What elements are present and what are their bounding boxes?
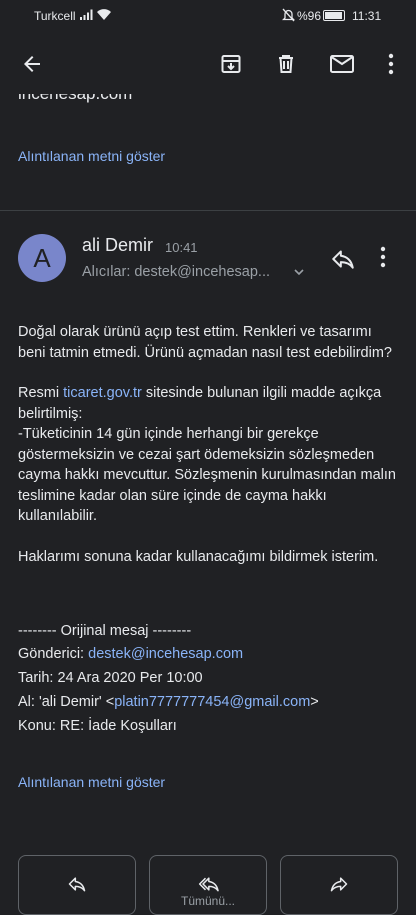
body-text: Resmi (18, 385, 64, 401)
from-line: Gönderici: destek@incehesap.com (18, 642, 396, 666)
message-time: 10:41 (165, 240, 198, 255)
more-vert-icon[interactable] (380, 246, 386, 273)
show-quoted-text-link[interactable]: Alıntılanan metni göster (18, 774, 165, 790)
from-label: Gönderici: (18, 645, 89, 662)
reply-all-button[interactable]: Tümünü... (149, 855, 267, 915)
from-email-link[interactable]: destek@incehesap.com (88, 646, 243, 662)
to-line: Al: 'ali Demir' <platin7777777454@gmail.… (18, 690, 396, 714)
more-vert-icon[interactable] (377, 50, 405, 78)
mute-icon (281, 8, 296, 25)
signal-icon (80, 9, 94, 23)
sender-name: ali Demir (82, 235, 154, 255)
battery-percent: %96 (297, 9, 322, 23)
body-paragraph: Haklarımı sonuna kadar kullanacağımı bil… (18, 548, 379, 565)
subject-line: Konu: RE: İade Koşulları (18, 717, 177, 734)
chevron-down-icon[interactable] (292, 265, 306, 284)
date-line: Tarih: 24 Ara 2020 Per 10:00 (18, 669, 203, 686)
battery-icon (323, 10, 345, 21)
body-paragraph: -Tüketicinin 14 gün içinde herhangi bir … (18, 426, 396, 524)
reply-button[interactable] (18, 855, 136, 915)
original-message-header: -------- Orijinal mesaj -------- (18, 623, 192, 639)
reply-icon (67, 874, 87, 899)
to-prefix: Al: 'ali Demir' < (18, 693, 115, 710)
avatar[interactable]: A (18, 234, 66, 282)
body-paragraph: Doğal olarak ürünü açıp test ettim. Renk… (18, 324, 392, 361)
status-time: 11:31 (352, 9, 382, 23)
action-buttons: Tümünü... (18, 855, 398, 915)
show-quoted-text-link[interactable]: Alıntılanan metni göster (18, 148, 165, 164)
forward-icon (329, 874, 349, 899)
carrier-label: Turkcell (34, 9, 76, 23)
message-body: Doğal olarak ürünü açıp test ettim. Renk… (18, 322, 396, 738)
reply-all-label: Tümünü... (180, 894, 236, 908)
recipients-line[interactable]: Alıcılar: destek@incehesap... (82, 264, 270, 280)
reply-icon[interactable] (330, 246, 356, 277)
wifi-icon (96, 8, 112, 24)
message-divider (0, 210, 416, 211)
trash-icon[interactable] (272, 50, 300, 78)
archive-icon[interactable] (217, 50, 245, 78)
body-paragraph: Resmi ticaret.gov.tr sitesinde bulunan i… (18, 383, 396, 424)
to-email-link[interactable]: platin7777777454@gmail.com (114, 694, 310, 710)
back-arrow-icon[interactable] (18, 50, 46, 78)
status-bar: Turkcell %96 11:31 (0, 0, 416, 32)
forward-button[interactable] (280, 855, 398, 915)
mail-icon[interactable] (328, 50, 356, 78)
ticaret-link[interactable]: ticaret.gov.tr (63, 385, 142, 401)
to-suffix: > (310, 693, 319, 710)
app-toolbar (0, 38, 416, 90)
